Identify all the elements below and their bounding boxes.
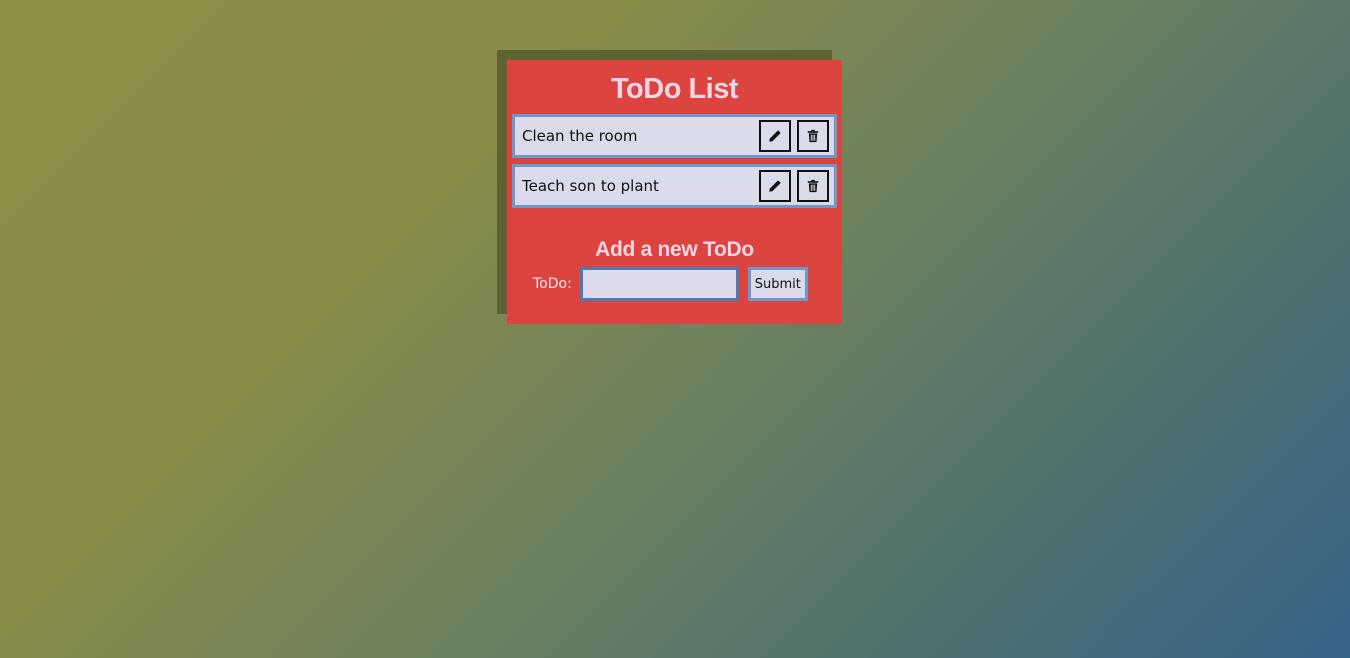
todo-item-text: Clean the room xyxy=(522,127,638,145)
edit-button[interactable] xyxy=(759,120,791,152)
todo-input[interactable] xyxy=(579,267,739,301)
pencil-icon xyxy=(769,180,781,192)
add-todo-form: ToDo: Submit xyxy=(512,267,837,301)
page-title: ToDo List xyxy=(610,73,739,105)
trash-icon xyxy=(807,179,819,193)
submit-button[interactable]: Submit xyxy=(747,267,808,301)
trash-icon xyxy=(807,129,819,143)
todo-item: Clean the room xyxy=(512,114,837,158)
todo-card: ToDo List Clean the room Teach son to pl… xyxy=(507,60,842,324)
delete-button[interactable] xyxy=(797,120,829,152)
delete-button[interactable] xyxy=(797,170,829,202)
edit-button[interactable] xyxy=(759,170,791,202)
todo-item-text: Teach son to plant xyxy=(522,177,659,195)
form-title: Add a new ToDo xyxy=(595,238,754,261)
todo-item: Teach son to plant xyxy=(512,164,837,208)
pencil-icon xyxy=(769,130,781,142)
todo-input-label: ToDo: xyxy=(533,276,572,292)
